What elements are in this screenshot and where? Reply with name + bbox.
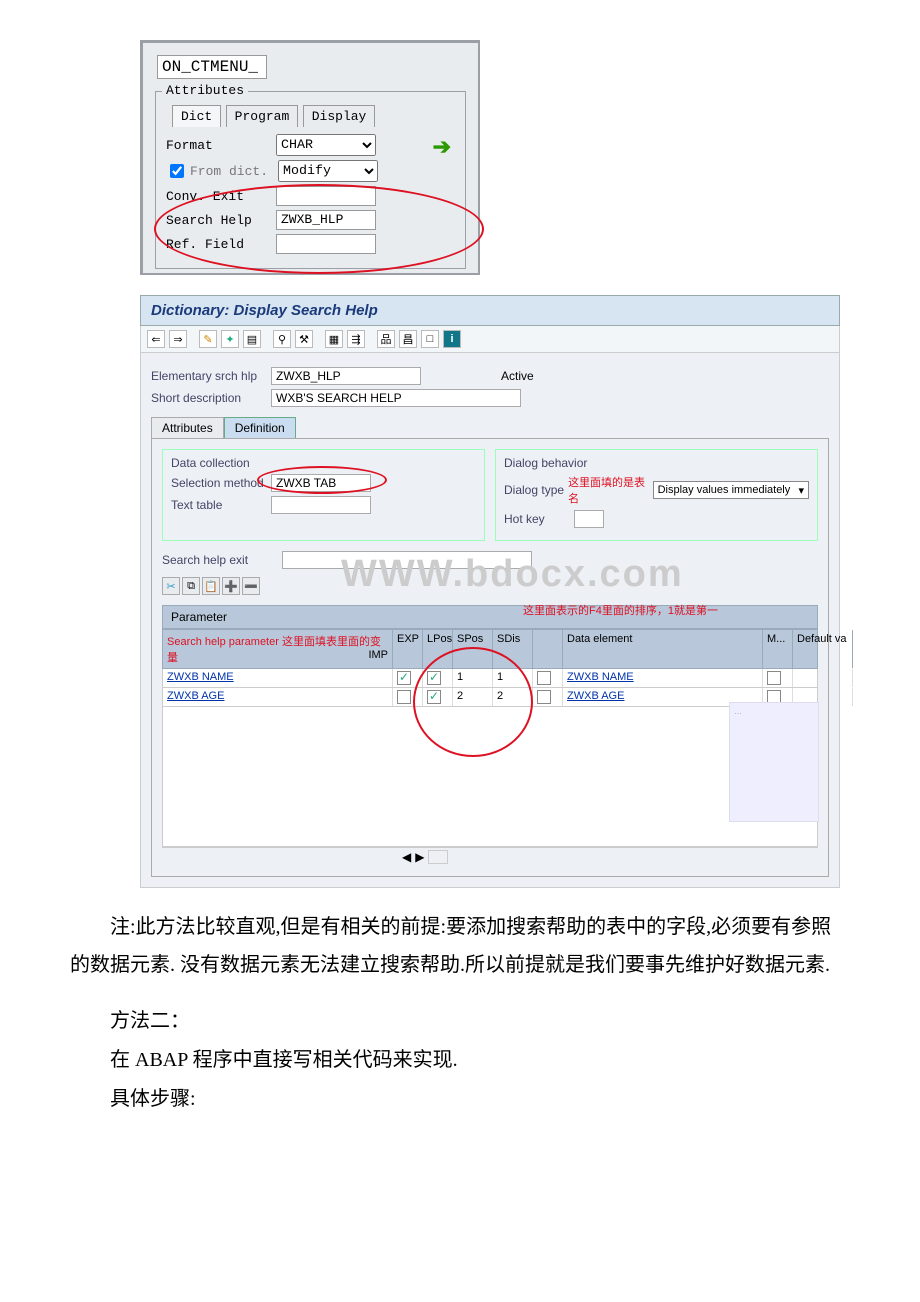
tab-program[interactable]: Program (226, 105, 299, 127)
param-note-top: 这里面表示的F4里面的排序，1就是第一 (523, 602, 718, 618)
toggle-icon[interactable]: ✦ (221, 330, 239, 348)
stop-icon[interactable]: □ (421, 330, 439, 348)
copy-icon[interactable]: ⧉ (182, 577, 200, 595)
from-dict-label: From dict. (190, 164, 278, 179)
table-row[interactable]: ZWXB AGE 2 2 ZWXB AGE (162, 688, 818, 707)
hammer-icon[interactable]: ⚒ (295, 330, 313, 348)
dialog-type-label: Dialog type (504, 483, 568, 497)
format-label: Format (166, 138, 276, 153)
elem-srch-label: Elementary srch hlp (151, 369, 271, 383)
tab-dict[interactable]: Dict (172, 105, 221, 127)
m-checkbox[interactable] (767, 671, 781, 685)
activate-icon[interactable]: ⚲ (273, 330, 291, 348)
toolbar: ⇐ ⇒ ✎ ✦ ▤ ⚲ ⚒ ▦ ⇶ 品 昌 □ i (140, 326, 840, 353)
elem-srch-input[interactable]: ZWXB_HLP (271, 367, 421, 385)
help-icon[interactable]: i (443, 330, 461, 348)
note-paragraph: 注:此方法比较直观,但是有相关的前提:要添加搜索帮助的表中的字段,必须要有参照的… (70, 908, 850, 984)
selection-method-label: Selection method (171, 476, 271, 490)
exp-checkbox[interactable] (427, 690, 441, 704)
param-columns: Search help parameter 这里面填表里面的变量IMP EXP … (162, 629, 818, 669)
tab-definition[interactable]: Definition (224, 417, 296, 438)
exp-checkbox[interactable] (427, 671, 441, 685)
active-label: Active (501, 369, 534, 383)
search-help-exit-label: Search help exit (162, 553, 282, 567)
paste-icon[interactable]: 📋 (202, 577, 220, 595)
empty-rows: … (162, 707, 818, 847)
back-icon[interactable]: ⇐ (147, 330, 165, 348)
watermark-badge: … (729, 702, 819, 822)
hierarchy-icon[interactable]: ⇶ (347, 330, 365, 348)
method2-heading: 方法二： (70, 1004, 850, 1033)
other-icon[interactable]: ▤ (243, 330, 261, 348)
shortdesc-input[interactable]: WXB'S SEARCH HELP (271, 389, 521, 407)
tab-attributes[interactable]: Attributes (151, 417, 224, 438)
ref-field-label: Ref. Field (166, 237, 276, 252)
tree2-icon[interactable]: 昌 (399, 330, 417, 348)
imp-checkbox[interactable] (397, 671, 411, 685)
hotkey-input[interactable] (574, 510, 604, 528)
from-dict-checkbox[interactable] (170, 164, 184, 178)
where-used-icon[interactable]: ▦ (325, 330, 343, 348)
steps-heading: 具体步骤: (70, 1082, 850, 1111)
window-title: Dictionary: Display Search Help (140, 295, 840, 326)
forward-icon[interactable]: ⇒ (169, 330, 187, 348)
format-select[interactable]: CHAR (276, 134, 376, 156)
sdis-checkbox[interactable] (537, 671, 551, 685)
conv-exit-label: Conv. Exit (166, 189, 276, 204)
table-row[interactable]: ZWXB NAME 1 1 ZWXB NAME (162, 669, 818, 688)
dialog-behavior-title: Dialog behavior (504, 456, 809, 470)
ref-field-input[interactable] (276, 234, 376, 254)
scroll-left-icon[interactable]: ◀ (402, 850, 411, 864)
cut-icon[interactable]: ✂ (162, 577, 180, 595)
selection-method-note: 这里面填的是表名 (568, 474, 649, 506)
tree1-icon[interactable]: 品 (377, 330, 395, 348)
text-table-label: Text table (171, 498, 271, 512)
conv-exit-input[interactable] (276, 186, 376, 206)
edit-icon[interactable]: ✎ (199, 330, 217, 348)
hotkey-label: Hot key (504, 512, 574, 526)
tab-display[interactable]: Display (303, 105, 376, 127)
sdis-checkbox[interactable] (537, 690, 551, 704)
search-help-exit-input[interactable] (282, 551, 532, 569)
parameter-header: Parameter (171, 610, 227, 624)
delete-row-icon[interactable]: ➖ (242, 577, 260, 595)
imp-checkbox[interactable] (397, 690, 411, 704)
scroll-right-icon[interactable]: ▶ (415, 850, 424, 864)
method2-desc: 在 ABAP 程序中直接写相关代码来实现. (70, 1043, 850, 1072)
from-dict-select[interactable]: Modify (278, 160, 378, 182)
search-help-input[interactable]: ZWXB_HLP (276, 210, 376, 230)
context-menu-function[interactable]: ON_CTMENU_ (157, 55, 267, 79)
search-help-label: Search Help (166, 213, 276, 228)
data-collection-title: Data collection (171, 456, 476, 470)
text-table-input[interactable] (271, 496, 371, 514)
attributes-legend: Attributes (162, 83, 248, 98)
dialog-type-select[interactable]: Display values immediately▾ (653, 481, 809, 499)
selection-method-input[interactable]: ZWXB TAB (271, 474, 371, 492)
insert-row-icon[interactable]: ➕ (222, 577, 240, 595)
chevron-down-icon: ▾ (798, 484, 804, 497)
shortdesc-label: Short description (151, 391, 271, 405)
arrow-right-icon[interactable]: ➔ (433, 134, 451, 160)
